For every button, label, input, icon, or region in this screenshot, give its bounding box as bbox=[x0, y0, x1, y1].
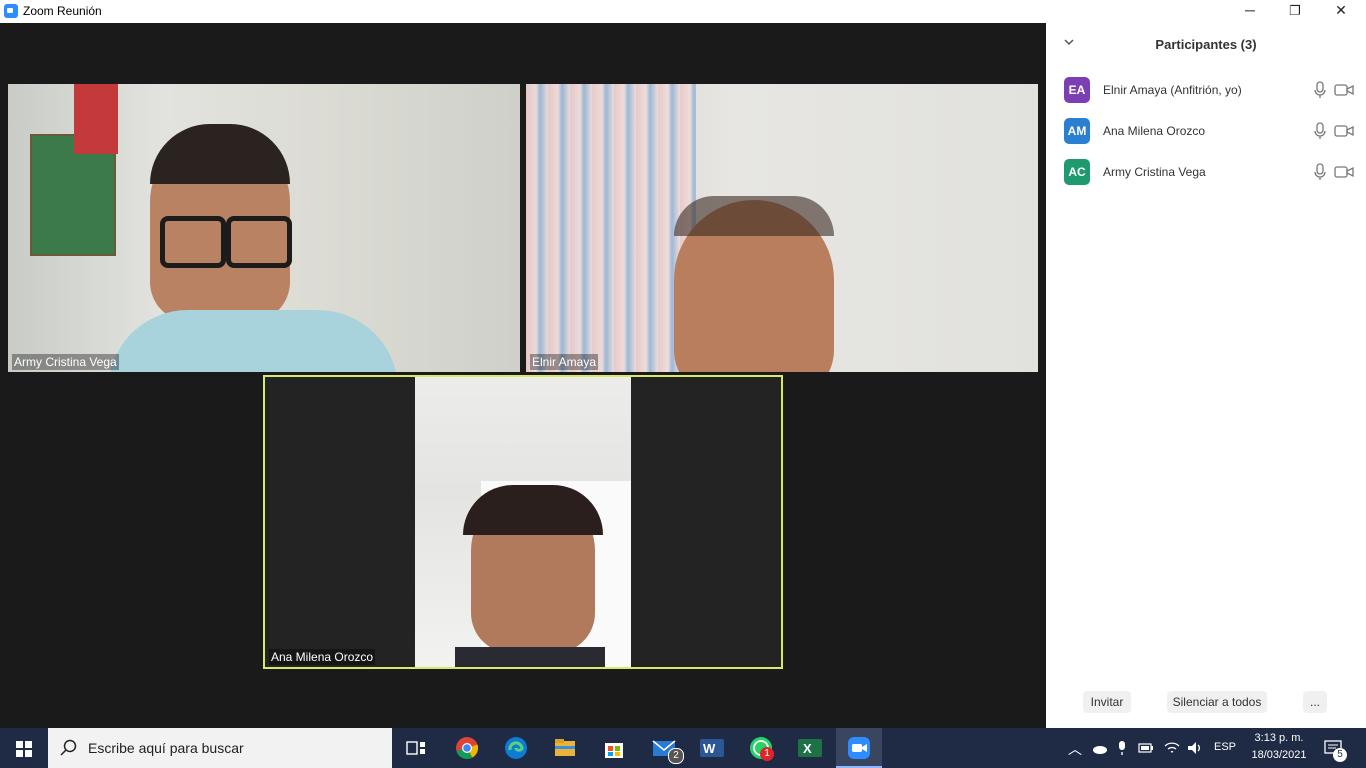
clock-date: 18/03/2021 bbox=[1251, 749, 1307, 761]
edge-icon[interactable] bbox=[502, 734, 530, 762]
video-tile-ana-milena-orozco[interactable]: Ana Milena Orozco bbox=[263, 375, 783, 669]
curtain bbox=[526, 84, 696, 372]
whatsapp-badge: 1 bbox=[760, 747, 774, 761]
chrome-icon[interactable] bbox=[453, 734, 481, 762]
participant-row[interactable]: AM Ana Milena Orozco bbox=[1064, 116, 1364, 144]
notification-badge: 5 bbox=[1333, 748, 1347, 762]
microphone-icon[interactable] bbox=[1312, 81, 1328, 99]
file-explorer-icon[interactable] bbox=[551, 734, 579, 762]
participant-row[interactable]: EA Elnir Amaya (Anfitrión, yo) bbox=[1064, 75, 1364, 103]
glasses-right bbox=[226, 216, 292, 268]
window-title: Zoom Reunión bbox=[23, 4, 102, 18]
participants-panel: Participantes (3) EA Elnir Amaya (Anfitr… bbox=[1046, 23, 1366, 728]
video-tile-name-label: Elnir Amaya bbox=[530, 354, 599, 370]
person-hair bbox=[674, 196, 834, 236]
person-shirt bbox=[108, 310, 398, 372]
video-gallery: Army Cristina Vega Elnir Amaya Ana Milen… bbox=[0, 23, 1046, 728]
video-camera-icon[interactable] bbox=[1334, 83, 1354, 97]
video-tile-elnir-amaya[interactable]: Elnir Amaya bbox=[526, 84, 1038, 372]
excel-icon[interactable]: X bbox=[796, 734, 824, 762]
participant-row[interactable]: AC Army Cristina Vega bbox=[1064, 157, 1364, 185]
zoom-taskbar-button[interactable] bbox=[836, 728, 882, 768]
microphone-icon[interactable] bbox=[1312, 163, 1328, 181]
participant-name: Ana Milena Orozco bbox=[1103, 124, 1206, 138]
word-icon[interactable]: W bbox=[698, 734, 726, 762]
chevron-up-icon[interactable]: ︿ bbox=[1068, 739, 1082, 759]
title-bar: Zoom Reunión ─ ❐ ✕ bbox=[0, 0, 1366, 23]
invite-button[interactable]: Invitar bbox=[1083, 691, 1131, 713]
video-tile-name-label: Ana Milena Orozco bbox=[269, 649, 376, 665]
wifi-icon[interactable] bbox=[1164, 740, 1180, 756]
video-tile-name-label: Army Cristina Vega bbox=[12, 354, 119, 370]
zoom-app-icon bbox=[4, 4, 18, 18]
mail-badge: 2 bbox=[668, 748, 684, 764]
restore-button[interactable]: ❐ bbox=[1272, 0, 1318, 23]
windows-start-icon[interactable] bbox=[0, 728, 48, 768]
wall-painting-small bbox=[74, 84, 118, 154]
more-options-button[interactable]: ... bbox=[1303, 691, 1327, 713]
participant-name: Elnir Amaya (Anfitrión, yo) bbox=[1103, 83, 1242, 97]
minimize-button[interactable]: ─ bbox=[1227, 0, 1273, 23]
microsoft-store-icon[interactable] bbox=[600, 734, 628, 762]
person-shirt bbox=[455, 647, 605, 667]
video-camera-icon[interactable] bbox=[1334, 124, 1354, 138]
taskbar-search-box[interactable]: Escribe aquí para buscar bbox=[48, 728, 392, 768]
avatar: AC bbox=[1064, 159, 1090, 185]
participants-title: Participantes (3) bbox=[1155, 37, 1257, 52]
onedrive-icon[interactable] bbox=[1092, 740, 1108, 756]
language-indicator[interactable]: ESP bbox=[1214, 741, 1236, 753]
clock[interactable]: 3:13 p. m. 18/03/2021 bbox=[1244, 728, 1314, 768]
glasses-left bbox=[160, 216, 226, 268]
participant-name: Army Cristina Vega bbox=[1103, 165, 1206, 179]
avatar: AM bbox=[1064, 118, 1090, 144]
search-icon bbox=[60, 739, 77, 756]
svg-text:X: X bbox=[803, 741, 812, 756]
system-tray: ︿ ESP bbox=[1062, 728, 1242, 768]
clock-time: 3:13 p. m. bbox=[1254, 732, 1304, 744]
video-camera-icon[interactable] bbox=[1334, 165, 1354, 179]
zoom-icon bbox=[848, 737, 870, 759]
volume-icon[interactable] bbox=[1186, 740, 1204, 756]
windows-taskbar: Escribe aquí para buscar 2 W 1 X ︿ ESP 3… bbox=[0, 728, 1366, 768]
avatar: EA bbox=[1064, 77, 1090, 103]
microphone-icon[interactable] bbox=[1116, 740, 1128, 756]
close-button[interactable]: ✕ bbox=[1318, 0, 1364, 23]
svg-text:W: W bbox=[703, 741, 716, 756]
battery-icon[interactable] bbox=[1138, 740, 1154, 756]
microphone-icon[interactable] bbox=[1312, 122, 1328, 140]
mute-all-button[interactable]: Silenciar a todos bbox=[1167, 691, 1267, 713]
task-view-icon[interactable] bbox=[402, 734, 430, 762]
search-placeholder: Escribe aquí para buscar bbox=[88, 740, 244, 756]
video-tile-army-cristina-vega[interactable]: Army Cristina Vega bbox=[8, 84, 520, 372]
